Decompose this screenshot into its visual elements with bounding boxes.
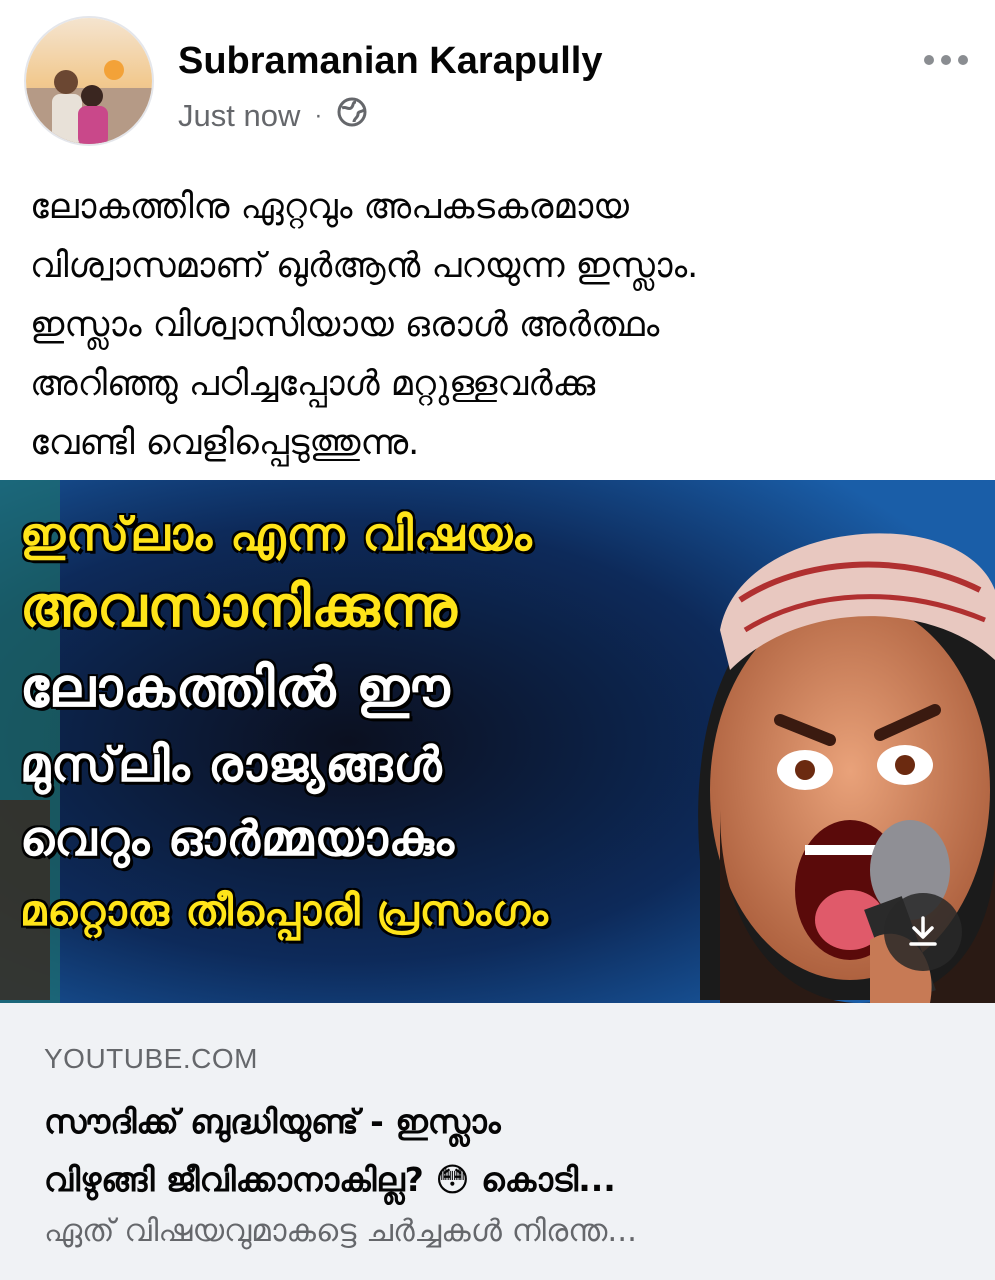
link-preview-card[interactable]: YOUTUBE.COM സൗദിക്ക് ബുദ്ധിയുണ്ട് - ഇസ്ല… [0, 1003, 995, 1280]
post-text-line: അറിഞ്ഞു പഠിച്ചപ്പോൾ മറ്റുള്ളവർക്കു [30, 364, 596, 404]
post-meta: Just now · [178, 96, 368, 136]
meta-separator: · [314, 102, 323, 129]
link-domain: YOUTUBE.COM [44, 1043, 258, 1074]
thumbnail-line: ഇസ്‌ലാം എന്ന വിഷയം [20, 507, 533, 561]
post-text-line: ലോകത്തിനു ഏറ്റവും അപകടകരമായ [30, 187, 629, 227]
thumbnail-line: മറ്റൊരു തീപ്പൊരി പ്രസംഗം [20, 886, 549, 935]
thumbnail-headline: ഇസ്‌ലാം എന്ന വിഷയം അവസാനിക്കുന്നു ലോകത്ത… [20, 500, 720, 946]
more-dot [941, 55, 951, 65]
link-title[interactable]: സൗദിക്ക് ബുദ്ധിയുണ്ട് - ഇസ്ലാം വിഴുങ്ങി … [44, 1093, 964, 1209]
post-text-line: വേണ്ടി വെളിപ്പെടുത്തുന്നു. [30, 423, 420, 463]
post-header: Subramanian Karapully Just now · [0, 0, 995, 160]
more-dot [958, 55, 968, 65]
link-title-line: വിഴുങ്ങി ജീവിക്കാനാകില്ല? 😳 കൊടി... [44, 1160, 616, 1199]
globe-icon [336, 96, 368, 136]
download-icon [909, 916, 937, 946]
link-title-line: സൗദിക്ക് ബുദ്ധിയുണ്ട് - ഇസ്ലാം [44, 1102, 501, 1141]
author-avatar[interactable] [24, 16, 154, 146]
more-options-button[interactable] [914, 42, 978, 78]
post-text: ലോകത്തിനു ഏറ്റവും അപകടകരമായ വിശ്വാസമാണ് … [30, 178, 970, 473]
link-description: ഏത് വിഷയവുമാകട്ടെ ചർച്ചകൾ നിരന്ത... [44, 1213, 637, 1249]
thumbnail-line: അവസാനിക്കുന്നു [20, 575, 458, 640]
video-thumbnail[interactable]: ഇസ്‌ലാം എന്ന വിഷയം അവസാനിക്കുന്നു ലോകത്ത… [0, 480, 995, 1003]
more-dots-icon [924, 55, 934, 65]
thumbnail-line: ലോകത്തിൽ ഈ [20, 656, 451, 719]
post-timestamp[interactable]: Just now [178, 98, 300, 134]
download-button[interactable] [884, 893, 962, 971]
thumbnail-line: മുസ്‌ലിം രാജ്യങ്ങൾ [20, 737, 443, 793]
thumbnail-line: വെറും ഓർമ്മയാകും [20, 811, 455, 867]
post-text-line: വിശ്വാസമാണ് ഖുർആൻ പറയുന്ന ഇസ്ലാം. [30, 246, 699, 286]
post-text-line: ഇസ്ലാം വിശ്വാസിയായ ഒരാൾ അർത്ഥം [30, 305, 660, 345]
author-name[interactable]: Subramanian Karapully [178, 40, 602, 83]
